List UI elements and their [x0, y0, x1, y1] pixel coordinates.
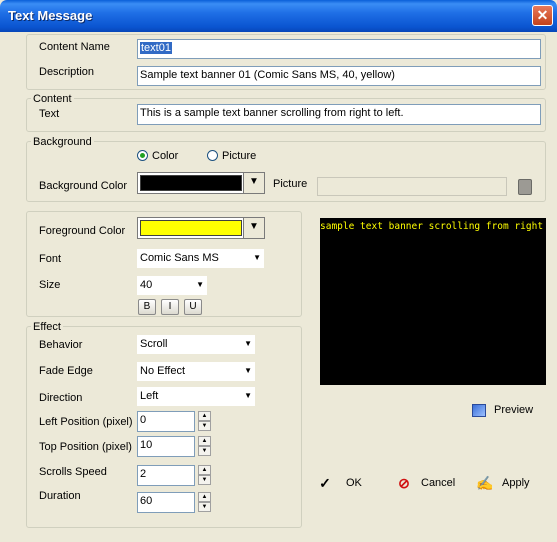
italic-button[interactable]: I [161, 299, 179, 315]
chevron-down-icon[interactable]: ▼ [253, 251, 261, 265]
text-input[interactable]: This is a sample text banner scrolling f… [137, 104, 541, 125]
color-radio-label[interactable]: Color [152, 150, 178, 163]
behavior-select[interactable]: Scroll ▼ [137, 335, 255, 354]
cancel-button[interactable]: ⊘ Cancel [395, 475, 456, 491]
checkmark-icon: ✓ [319, 475, 331, 491]
top-position-label: Top Position (pixel) [39, 441, 132, 453]
size-label: Size [39, 279, 61, 291]
foreground-color-label: Foreground Color [39, 225, 126, 237]
effect-legend: Effect [31, 321, 63, 333]
ok-button-label: OK [346, 477, 362, 489]
size-select-value: 40 [140, 279, 153, 291]
direction-select[interactable]: Left ▼ [137, 387, 255, 406]
preview-pane: sample text banner scrolling from right … [320, 218, 546, 385]
fade-edge-select[interactable]: No Effect ▼ [137, 362, 255, 381]
foreground-color-picker[interactable]: ▼ [137, 217, 265, 239]
underline-button[interactable]: U [184, 299, 202, 315]
font-label: Font [39, 253, 62, 265]
chevron-down-icon[interactable]: ▼ [196, 278, 204, 292]
duration-stepper[interactable]: ▲ ▼ [198, 492, 211, 512]
description-label: Description [39, 66, 95, 78]
text-label: Text [39, 108, 60, 120]
close-button[interactable]: ✕ [532, 5, 553, 26]
scroll-speed-label: Scrolls Speed [39, 466, 107, 478]
title-bar[interactable]: Text Message ✕ [0, 0, 557, 32]
folder-icon[interactable] [518, 179, 532, 195]
picture-radio-label[interactable]: Picture [222, 150, 256, 163]
preview-button[interactable]: Preview [472, 404, 533, 417]
no-entry-icon: ⊘ [398, 475, 410, 491]
description-input[interactable]: Sample text banner 01 (Comic Sans MS, 40… [137, 66, 541, 86]
content-name-input[interactable]: text01 [137, 39, 541, 59]
behavior-label: Behavior [39, 339, 83, 351]
bold-button[interactable]: B [138, 299, 156, 315]
picture-label: Picture [273, 178, 308, 190]
background-legend: Background [31, 136, 94, 148]
preview-text: sample text banner scrolling from right … [320, 221, 546, 232]
content-legend: Content [31, 93, 74, 105]
top-position-stepper[interactable]: ▲ ▼ [198, 436, 211, 456]
scroll-speed-input[interactable]: 2 [137, 465, 195, 486]
direction-select-value: Left [140, 390, 159, 402]
duration-label: Duration [39, 490, 81, 502]
window-title: Text Message [8, 8, 93, 23]
content-name-label: Content Name [39, 41, 110, 53]
apply-button-label: Apply [502, 477, 530, 489]
font-select-value: Comic Sans MS [140, 252, 219, 264]
fade-edge-select-value: No Effect [140, 365, 186, 377]
apply-icon: ✍ [476, 475, 494, 491]
foreground-color-swatch [140, 220, 242, 236]
picture-radio[interactable] [207, 150, 218, 161]
chevron-down-icon[interactable]: ▼ [244, 389, 252, 403]
preview-button-label: Preview [494, 404, 534, 416]
size-select[interactable]: 40 ▼ [137, 276, 207, 295]
content-name-value: text01 [140, 42, 172, 54]
direction-label: Direction [39, 392, 83, 404]
chevron-down-icon[interactable]: ▼ [243, 218, 264, 238]
top-position-input[interactable]: 10 [137, 436, 195, 457]
background-color-label: Background Color [39, 180, 128, 192]
chevron-down-icon[interactable]: ▼ [244, 364, 252, 378]
fade-edge-label: Fade Edge [39, 365, 93, 377]
cancel-button-label: Cancel [421, 477, 456, 489]
chevron-down-icon[interactable]: ▼ [244, 337, 252, 351]
left-position-label: Left Position (pixel) [39, 416, 133, 428]
monitor-icon [472, 404, 486, 417]
left-position-stepper[interactable]: ▲ ▼ [198, 411, 211, 431]
behavior-select-value: Scroll [140, 338, 168, 350]
font-select[interactable]: Comic Sans MS ▼ [137, 249, 264, 268]
background-color-swatch [140, 175, 242, 191]
scroll-speed-stepper[interactable]: ▲ ▼ [198, 465, 211, 485]
chevron-down-icon[interactable]: ▼ [243, 173, 264, 193]
color-radio[interactable] [137, 150, 148, 161]
duration-input[interactable]: 60 [137, 492, 195, 513]
apply-button[interactable]: ✍ Apply [476, 475, 530, 491]
left-position-input[interactable]: 0 [137, 411, 195, 432]
ok-button[interactable]: ✓ OK [316, 475, 362, 491]
picture-path-input [317, 177, 507, 196]
background-color-picker[interactable]: ▼ [137, 172, 265, 194]
